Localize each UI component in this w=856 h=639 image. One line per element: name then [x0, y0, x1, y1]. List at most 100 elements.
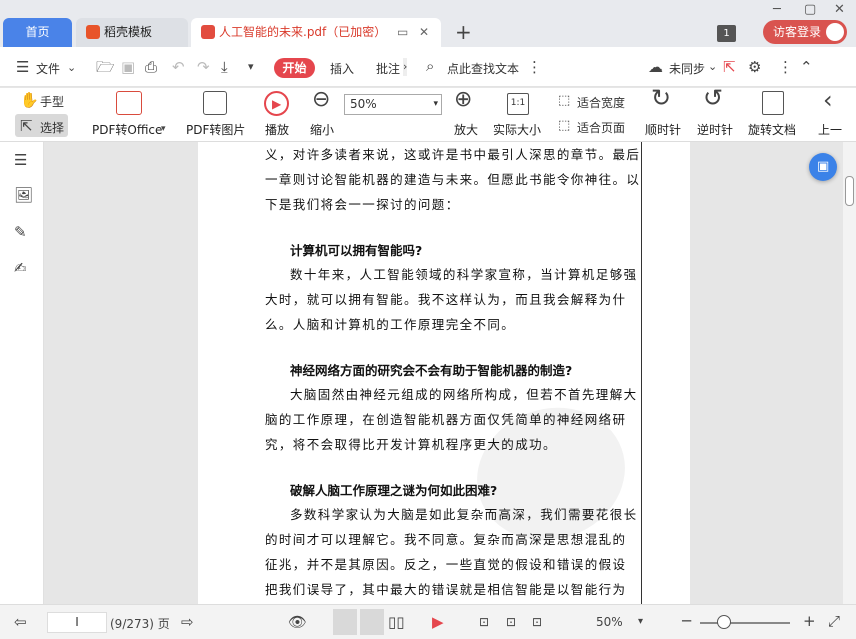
close-tab-icon[interactable]: ✕ — [419, 18, 429, 47]
paragraph-line: 征兆，并不是其原因。反之，一些直觉的假设和错误的假设 — [265, 557, 627, 572]
share-icon[interactable]: ⇱ — [723, 58, 736, 76]
chevron-down-icon[interactable]: ⌄ — [708, 58, 717, 76]
cursor-icon: ⇱ — [20, 117, 33, 135]
previous-icon[interactable]: ‹ — [823, 88, 833, 112]
rotate-clockwise-icon[interactable]: ↻ — [651, 86, 671, 110]
menu-start[interactable]: 开始 — [274, 58, 315, 78]
pdf-to-office-button[interactable]: PDF转Office — [92, 121, 162, 138]
zoom-out-button[interactable]: 缩小 — [310, 121, 334, 138]
outline-icon[interactable]: ☰ — [14, 151, 27, 169]
menu-insert[interactable]: 插入 — [330, 60, 354, 77]
rotate-clockwise-button[interactable]: 顺时针 — [645, 121, 681, 138]
login-button[interactable]: 访客登录 — [763, 20, 847, 44]
previous-button[interactable]: 上一 — [818, 121, 842, 138]
cloud-sync-icon[interactable]: ☁ — [648, 58, 663, 76]
fit-page-button[interactable]: 适合页面 — [577, 119, 625, 136]
thumbnail-icon[interactable]: 🖼 — [14, 186, 33, 204]
rotate-counterclockwise-button[interactable]: 逆时针 — [697, 121, 733, 138]
zoom-level[interactable]: 50% — [596, 615, 623, 629]
fullscreen-icon[interactable]: ⤢ — [828, 612, 840, 630]
annotation-icon[interactable]: ✎ — [14, 223, 27, 241]
page-margin-line — [641, 142, 642, 604]
scroll-right-icon[interactable]: › — [403, 58, 408, 76]
search-icon[interactable]: ⌕ — [426, 57, 434, 75]
menu-file[interactable]: 文件 — [36, 60, 60, 77]
chevron-down-icon[interactable]: ▾ — [161, 120, 166, 138]
two-page-view-icon[interactable]: ▯▯ — [388, 613, 405, 631]
hand-tool[interactable]: 手型 — [40, 93, 64, 110]
login-label: 访客登录 — [773, 25, 822, 39]
document-viewer[interactable]: 义，对许多读者来说，这或许是书中最引人深思的章节。最后 一章则讨论智能机器的建造… — [44, 142, 843, 604]
zoom-slider-handle[interactable] — [717, 615, 731, 629]
open-folder-icon[interactable]: 🗁 — [96, 58, 115, 76]
save-icon[interactable]: ▣ — [121, 58, 135, 76]
scrollbar-thumb[interactable] — [845, 176, 854, 206]
maximize-icon[interactable]: ▢ — [804, 2, 816, 17]
window-count-badge[interactable]: 1 — [717, 25, 736, 42]
sync-status[interactable]: 未同步 — [669, 60, 705, 77]
menu-annotate[interactable]: 批注 — [376, 60, 400, 77]
zoom-out-icon[interactable]: ─ — [682, 612, 691, 630]
dropdown-icon[interactable]: ▾ — [248, 58, 254, 76]
print-icon[interactable]: ⎙ — [145, 58, 157, 76]
continuous-view-icon[interactable] — [360, 609, 384, 635]
collapse-icon[interactable]: ⌃ — [800, 58, 813, 76]
docer-logo-icon — [86, 25, 100, 39]
window-icon[interactable]: ▭ — [397, 18, 408, 47]
zoom-select[interactable]: 50% ▾ — [344, 94, 442, 115]
new-tab-button[interactable]: + — [455, 20, 472, 44]
hamburger-icon[interactable]: ☰ — [16, 58, 29, 76]
vertical-scrollbar[interactable] — [843, 142, 856, 604]
eye-icon[interactable]: 👁 — [288, 613, 307, 631]
close-window-icon[interactable]: ✕ — [834, 2, 845, 17]
signature-icon[interactable]: ✍ — [14, 259, 27, 277]
fit-page-icon[interactable]: ⬚ — [558, 117, 570, 135]
minimize-icon[interactable]: ─ — [773, 2, 781, 17]
pdf-page: 义，对许多读者来说，这或许是书中最引人深思的章节。最后 一章则讨论智能机器的建造… — [198, 142, 690, 604]
tab-home[interactable]: 首页 — [3, 18, 72, 47]
tab-document[interactable]: 人工智能的未来.pdf（已加密） ▭ ✕ — [191, 18, 441, 47]
pdf-to-image-button[interactable]: PDF转图片 — [186, 121, 245, 138]
settings-icon[interactable]: ⚙ — [748, 58, 761, 76]
single-page-view-icon[interactable] — [333, 609, 357, 635]
actual-size-icon[interactable]: ⊡ — [479, 613, 489, 631]
paragraph-line: 的时间才可以理解它。我不同意。复杂而高深是思想混乱的 — [265, 532, 627, 547]
chevron-down-icon[interactable]: ▾ — [638, 613, 643, 631]
undo-icon[interactable]: ↶ — [172, 58, 185, 76]
tab-template[interactable]: 稻壳模板 — [76, 18, 188, 47]
fit-width-icon[interactable]: ⬚ — [558, 92, 570, 110]
more-icon[interactable]: ⋮ — [527, 58, 542, 76]
zoom-slider[interactable] — [700, 622, 790, 624]
next-page-icon[interactable]: ⇨ — [181, 613, 194, 631]
zoom-value: 50% — [350, 97, 377, 111]
previous-page-icon[interactable]: ⇦ — [14, 613, 27, 631]
rotate-document-button[interactable]: 旋转文档 — [748, 121, 796, 138]
zoom-in-icon[interactable]: ⊕ — [454, 89, 472, 111]
redo-icon[interactable]: ↷ — [197, 58, 210, 76]
translate-icon: ▣ — [817, 159, 830, 174]
section-heading: 神经网络方面的研究会不会有助于智能机器的制造? — [290, 363, 573, 378]
play-slideshow-icon[interactable]: ▶ — [432, 613, 444, 631]
hand-icon[interactable]: ✋ — [20, 91, 39, 109]
fit-width-button[interactable]: 适合宽度 — [577, 94, 625, 111]
zoom-out-icon[interactable]: ⊖ — [312, 89, 330, 111]
search-input[interactable]: 点此查找文本 — [447, 60, 519, 77]
tab-bar: 首页 稻壳模板 人工智能的未来.pdf（已加密） ▭ ✕ + ─ ▢ ✕ 1 访… — [0, 0, 856, 47]
play-button[interactable]: 播放 — [265, 121, 289, 138]
actual-size-button[interactable]: 实际大小 — [493, 121, 541, 138]
paragraph-line: 义，对许多读者来说，这或许是书中最引人深思的章节。最后 — [265, 147, 641, 162]
paragraph-line: 数十年来，人工智能领域的科学家宣称，当计算机足够强 — [290, 267, 638, 282]
floating-translate-button[interactable]: ▣ — [809, 153, 837, 181]
paragraph-line: 究，将不会取得比开发计算机程序更大的成功。 — [265, 437, 557, 452]
export-icon[interactable]: ⤓ — [221, 58, 228, 76]
more-icon[interactable]: ⋮ — [778, 58, 793, 76]
fit-page-icon[interactable]: ⊡ — [506, 613, 516, 631]
chevron-down-icon[interactable]: ⌄ — [67, 59, 76, 77]
paragraph-line: 脑的工作原理，在创造智能机器方面仅凭简单的神经网络研 — [265, 412, 627, 427]
zoom-in-button[interactable]: 放大 — [454, 121, 478, 138]
fit-width-icon[interactable]: ⊡ — [532, 613, 542, 631]
section-heading: 计算机可以拥有智能吗? — [290, 243, 423, 258]
zoom-in-icon[interactable]: + — [803, 612, 816, 630]
rotate-counterclockwise-icon[interactable]: ↺ — [703, 86, 723, 110]
page-number-input[interactable]: I — [47, 612, 107, 633]
